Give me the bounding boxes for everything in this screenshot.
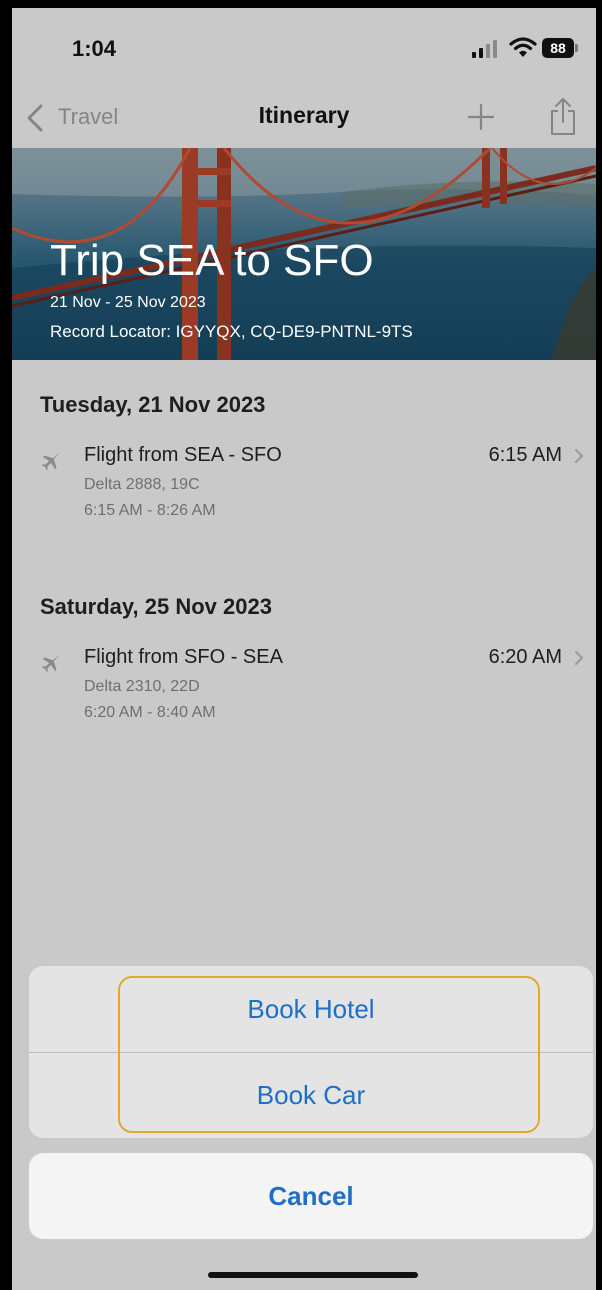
flight-time-range: 6:20 AM - 8:40 AM bbox=[84, 704, 216, 721]
record-locator: Record Locator: IGYYQX, CQ-DE9-PNTNL-9TS bbox=[50, 322, 413, 341]
airplane-icon bbox=[41, 654, 61, 673]
cancel-button[interactable]: Cancel bbox=[29, 1153, 593, 1239]
wifi-icon bbox=[509, 37, 537, 57]
flight-details: Delta 2888, 19C bbox=[84, 476, 200, 493]
airplane-icon bbox=[41, 452, 61, 471]
day-header: Saturday, 25 Nov 2023 bbox=[40, 594, 272, 619]
chevron-right-icon bbox=[575, 449, 583, 463]
flight-departure-time: 6:20 AM bbox=[488, 646, 562, 668]
flight-row[interactable]: Flight from SEA - SFO Delta 2888, 19C 6:… bbox=[12, 444, 596, 544]
share-icon[interactable] bbox=[548, 96, 578, 136]
plus-icon[interactable] bbox=[468, 104, 494, 130]
trip-header-image: Trip SEA to SFO 21 Nov - 25 Nov 2023 Rec… bbox=[12, 148, 596, 360]
status-bar: 1:04 88 bbox=[12, 8, 596, 88]
battery-icon: 88 bbox=[542, 38, 580, 58]
flight-departure-time: 6:15 AM bbox=[488, 444, 562, 466]
status-time: 1:04 bbox=[72, 36, 117, 61]
book-car-button[interactable]: Book Car bbox=[29, 1052, 593, 1138]
flight-row[interactable]: Flight from SFO - SEA Delta 2310, 22D 6:… bbox=[12, 646, 596, 746]
battery-level: 88 bbox=[542, 38, 574, 58]
book-hotel-button[interactable]: Book Hotel bbox=[29, 966, 593, 1052]
action-sheet: Book Hotel Book Car bbox=[29, 966, 593, 1138]
flight-time-range: 6:15 AM - 8:26 AM bbox=[84, 502, 216, 519]
iphone-screen: 1:04 88 Travel Itinerary Trip SEA to SFO… bbox=[12, 8, 596, 1290]
trip-title: Trip SEA to SFO bbox=[50, 236, 374, 285]
flight-title: Flight from SEA - SFO bbox=[84, 444, 282, 466]
flight-title: Flight from SFO - SEA bbox=[84, 646, 283, 668]
flight-details: Delta 2310, 22D bbox=[84, 678, 200, 695]
home-indicator[interactable] bbox=[208, 1272, 418, 1278]
day-header: Tuesday, 21 Nov 2023 bbox=[40, 392, 266, 417]
chevron-right-icon bbox=[575, 651, 583, 665]
page-title: Itinerary bbox=[258, 102, 350, 128]
trip-dates: 21 Nov - 25 Nov 2023 bbox=[50, 294, 206, 311]
cellular-signal-icon bbox=[472, 40, 497, 58]
